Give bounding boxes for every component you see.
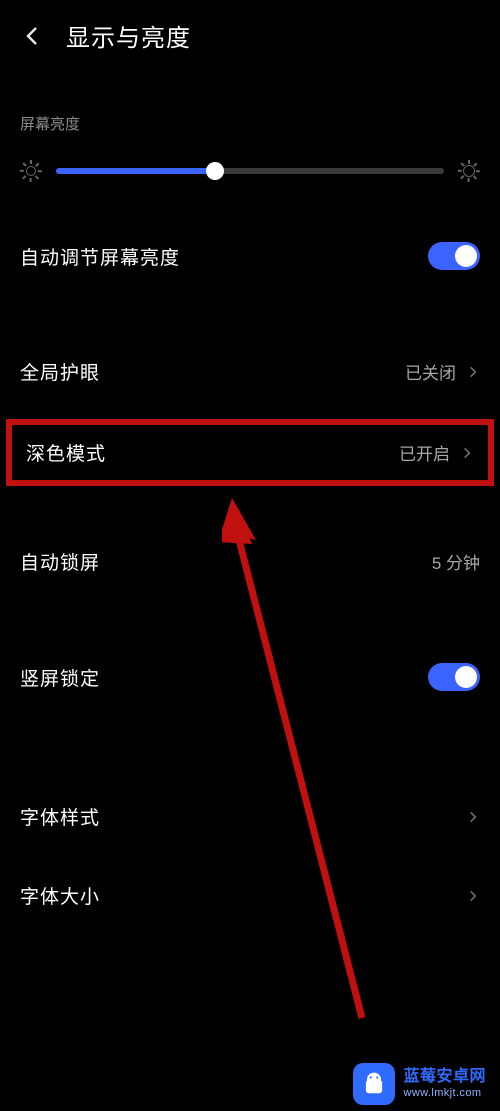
- watermark-url: www.lmkjt.com: [403, 1087, 486, 1100]
- back-icon[interactable]: [20, 23, 46, 49]
- row-orientation-lock[interactable]: 竖屏锁定: [0, 637, 500, 717]
- brightness-slider-thumb[interactable]: [206, 162, 224, 180]
- row-label: 自动调节屏幕亮度: [20, 243, 180, 270]
- watermark-logo-icon: [353, 1063, 395, 1105]
- chevron-right-icon: [466, 889, 480, 903]
- row-label: 全局护眼: [20, 358, 100, 385]
- row-auto-lock[interactable]: 自动锁屏 5 分钟: [0, 522, 500, 601]
- row-value: 已开启: [399, 440, 450, 465]
- brightness-low-icon: [20, 160, 42, 182]
- row-eye-care[interactable]: 全局护眼 已关闭: [0, 332, 500, 411]
- chevron-right-icon: [460, 446, 474, 460]
- brightness-high-icon: [458, 160, 480, 182]
- header: 显示与亮度: [0, 0, 500, 67]
- row-dark-mode-highlighted[interactable]: 深色模式 已开启: [6, 419, 494, 486]
- chevron-right-icon: [466, 810, 480, 824]
- row-value: 已关闭: [405, 359, 456, 384]
- watermark: 蓝莓安卓网 www.lmkjt.com: [353, 1059, 494, 1105]
- chevron-right-icon: [466, 365, 480, 379]
- row-label: 字体大小: [20, 882, 100, 909]
- brightness-slider-row: [0, 134, 500, 208]
- page-title: 显示与亮度: [66, 18, 191, 53]
- row-label: 竖屏锁定: [20, 664, 100, 691]
- row-font-size[interactable]: 字体大小: [0, 856, 500, 935]
- row-font-style[interactable]: 字体样式: [0, 777, 500, 856]
- row-auto-brightness[interactable]: 自动调节屏幕亮度: [0, 216, 500, 296]
- brightness-slider-fill: [56, 168, 215, 174]
- row-label: 字体样式: [20, 803, 100, 830]
- section-brightness-label: 屏幕亮度: [0, 67, 500, 134]
- watermark-title: 蓝莓安卓网: [403, 1068, 486, 1086]
- row-value: 5 分钟: [432, 549, 480, 574]
- auto-brightness-toggle[interactable]: [428, 242, 480, 270]
- orientation-lock-toggle[interactable]: [428, 663, 480, 691]
- row-label: 自动锁屏: [20, 548, 100, 575]
- brightness-slider[interactable]: [56, 168, 444, 174]
- row-label: 深色模式: [26, 439, 106, 466]
